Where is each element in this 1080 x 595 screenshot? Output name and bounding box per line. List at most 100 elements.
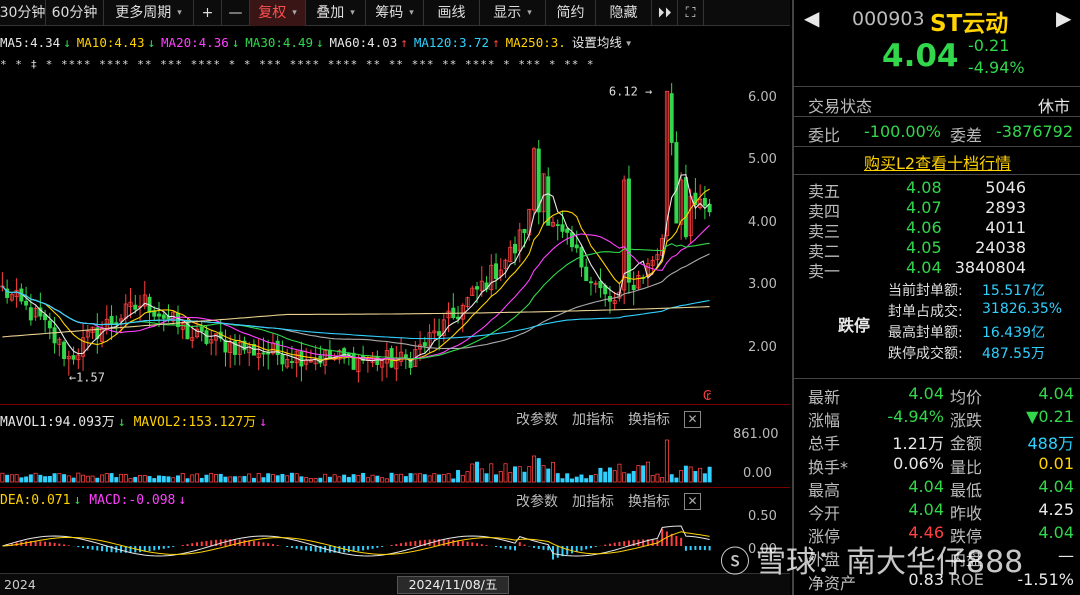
volume-bar xyxy=(313,478,318,483)
volume-bar xyxy=(270,474,275,483)
ma-legend-item: MA10:4.43 ↓ xyxy=(77,35,155,50)
volume-bar xyxy=(138,475,143,483)
next-stock-icon[interactable]: ▶ xyxy=(1056,6,1071,30)
toolbar-item-10[interactable]: 简约 xyxy=(546,0,596,26)
ask-level-row[interactable]: 卖一 4.04 3840804 xyxy=(794,258,1080,281)
stat-value: 4.04 xyxy=(1038,384,1074,403)
toolbar-item-label: 复权 xyxy=(258,4,287,21)
ask-level-row[interactable]: 卖二 4.05 24038 xyxy=(794,238,1080,261)
close-icon[interactable]: ✕ xyxy=(684,492,701,510)
volume-bar xyxy=(574,476,579,483)
ask-level-row[interactable]: 卖三 4.06 4011 xyxy=(794,218,1080,241)
ma-legend-label: MA120:3.72 xyxy=(413,35,490,50)
volume-bar xyxy=(119,473,124,483)
candle-body xyxy=(574,244,579,249)
quote-stat-row: 今开 4.04 昨收 4.25 xyxy=(794,500,1080,523)
stat-label: 总手 xyxy=(808,434,841,454)
toolbar-item-8[interactable]: 画线 xyxy=(424,0,480,26)
ask-level-row[interactable]: 卖五 4.08 5046 xyxy=(794,178,1080,201)
indicator-legend-label: DEA:0.071 xyxy=(0,493,71,508)
prev-stock-icon[interactable]: ◀ xyxy=(804,6,819,30)
candle-body xyxy=(522,229,527,234)
toolbar-item-6[interactable]: 叠加 ▾ xyxy=(306,0,366,26)
stat-label: 今开 xyxy=(808,504,841,523)
toolbar-item-7[interactable]: 筹码 ▾ xyxy=(366,0,424,26)
l2-upgrade-link[interactable]: 购买L2查看十档行情 xyxy=(864,150,1011,174)
candle-body xyxy=(261,352,266,355)
ma-trend-arrow-icon: ↑ xyxy=(400,35,408,50)
toolbar-item-3[interactable]: + xyxy=(194,0,222,26)
event-marks-row[interactable]: * * ‡ * **** **** ** *** **** * * *** **… xyxy=(0,58,715,74)
volume-bar xyxy=(631,471,636,483)
ask-level-price: 4.04 xyxy=(906,258,942,277)
ma-legend-label: MA20:4.36 xyxy=(161,35,229,50)
volume-bar xyxy=(479,468,484,483)
price-axis-label: 5.00 xyxy=(748,152,777,168)
volume-bar xyxy=(24,476,29,483)
limit-down-value: 487.55万 xyxy=(982,346,1045,362)
volume-bar xyxy=(47,476,52,483)
ma-legend-item: MA250:3. xyxy=(506,35,566,50)
volume-bar xyxy=(280,473,285,483)
ask-level-row[interactable]: 卖四 4.07 2893 xyxy=(794,198,1080,221)
volume-bar xyxy=(641,465,646,483)
toolbar-item-0[interactable]: 30分钟 xyxy=(0,0,46,26)
ask-levels: 卖五 4.08 5046 卖四 4.07 2893 卖三 4.06 4011 卖二 4.05 2403… xyxy=(794,178,1080,281)
toolbar-item-5[interactable]: 复权 ▾ xyxy=(250,0,306,26)
indicator-button-1[interactable]: 加指标 xyxy=(572,491,614,511)
limit-down-label: 最高封单额: xyxy=(888,325,963,341)
volume-bar xyxy=(541,465,546,483)
restore-icon[interactable]: ₢ xyxy=(703,389,711,404)
candle-body xyxy=(422,342,427,347)
toolbar-item-9[interactable]: 显示 ▾ xyxy=(480,0,546,26)
indicator-button-2[interactable]: 换指标 xyxy=(628,491,670,511)
ma-legend-label: MA5:4.34 xyxy=(0,35,61,50)
toolbar-item-4[interactable]: — xyxy=(222,0,250,26)
volume-bar xyxy=(527,466,532,483)
macd-chart[interactable] xyxy=(0,510,790,572)
volume-bar xyxy=(38,474,43,483)
volume-bar xyxy=(384,478,389,483)
candle-body xyxy=(555,224,560,226)
stat-value: 0.01 xyxy=(1038,453,1074,473)
volume-bar xyxy=(157,475,162,483)
limit-down-value: 15.517亿 xyxy=(982,283,1045,299)
volume-bar xyxy=(14,474,19,483)
close-icon[interactable]: ✕ xyxy=(684,410,701,428)
volume-chart[interactable] xyxy=(0,430,790,485)
toolbar-item-2[interactable]: 更多周期 ▾ xyxy=(104,0,194,26)
chevron-down-icon: ▾ xyxy=(350,7,355,18)
candle-body xyxy=(299,351,304,367)
stat-value: ▼0.21 xyxy=(1026,407,1074,427)
toolbar-item-11[interactable]: 隐藏 xyxy=(596,0,652,26)
stat-value: 0.06% xyxy=(893,453,944,473)
volume-bar xyxy=(437,474,442,483)
candle-body xyxy=(289,361,294,363)
volume-bar xyxy=(503,463,508,483)
stat-label: 最高 xyxy=(808,480,841,500)
candle-body xyxy=(598,280,603,289)
toolbar-item-12[interactable]: ⏵⏵ xyxy=(652,0,678,26)
price-chart[interactable]: 6.12 → ←1.57 ₢ xyxy=(0,74,790,404)
volume-bar xyxy=(679,470,684,483)
volume-bar xyxy=(332,474,337,483)
volume-bar xyxy=(28,474,33,483)
indicator-button-0[interactable]: 改参数 xyxy=(516,491,558,511)
volume-bar xyxy=(683,465,688,483)
volume-bar xyxy=(389,472,394,483)
volume-bar xyxy=(327,476,332,483)
indicator-button-1[interactable]: 加指标 xyxy=(572,409,614,429)
stat-value: 1.21万 xyxy=(892,434,944,454)
toolbar-item-13[interactable]: ⛶ xyxy=(678,0,704,26)
limit-down-label: 当前封单额: xyxy=(888,283,963,299)
stat-value: 4.25 xyxy=(1038,500,1074,519)
volume-bar xyxy=(408,473,413,483)
macd-dea-line xyxy=(2,531,710,555)
indicator-button-2[interactable]: 换指标 xyxy=(628,409,670,429)
chevron-down-icon: ▾ xyxy=(527,7,532,18)
ma-legend-item[interactable]: 设置均线 ▾ xyxy=(572,35,633,50)
volume-bar xyxy=(432,473,437,483)
indicator-button-0[interactable]: 改参数 xyxy=(516,409,558,429)
toolbar-item-1[interactable]: 60分钟 xyxy=(46,0,104,26)
volume-bar xyxy=(536,458,541,483)
